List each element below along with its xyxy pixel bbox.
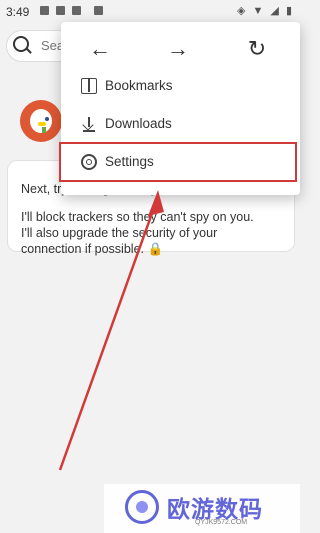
menu-item-downloads[interactable]: Downloads [61, 107, 300, 143]
watermark: 欧游数码 QYJK9572.COM [104, 484, 300, 533]
menu-item-label: Bookmarks [105, 78, 173, 93]
message-line: I'll block trackers so they can't spy on… [21, 210, 254, 224]
watermark-logo-icon [125, 490, 159, 524]
status-bar: 3:49 ◈ ▼ ◢ ▮ [0, 0, 300, 24]
status-icons: ◈ ▼ ◢ ▮ [236, 5, 294, 17]
duckduckgo-logo [20, 100, 62, 142]
notification-icon [56, 6, 65, 15]
notification-icon [40, 6, 49, 15]
message-line: connection if possible. 🔒 [21, 242, 164, 256]
overflow-menu: ← → ↻ Bookmarks Downloads Settings [61, 22, 300, 195]
menu-item-bookmarks[interactable]: Bookmarks [61, 69, 300, 105]
search-icon [13, 36, 29, 52]
bookmark-icon [81, 78, 97, 94]
notification-icon [72, 6, 81, 15]
forward-button[interactable]: → [165, 36, 191, 62]
refresh-button[interactable]: ↻ [244, 36, 270, 62]
menu-item-label: Settings [105, 154, 154, 169]
menu-item-label: Downloads [105, 116, 172, 131]
watermark-url: QYJK9572.COM [195, 519, 248, 526]
back-button[interactable]: ← [87, 36, 113, 62]
message-line: I'll also upgrade the security of your [21, 226, 218, 240]
download-icon [81, 116, 97, 132]
gear-icon [81, 154, 97, 170]
notification-icon [94, 6, 103, 15]
status-time: 3:49 [6, 5, 30, 19]
duck-icon [30, 109, 52, 133]
menu-item-settings[interactable]: Settings [61, 145, 300, 181]
